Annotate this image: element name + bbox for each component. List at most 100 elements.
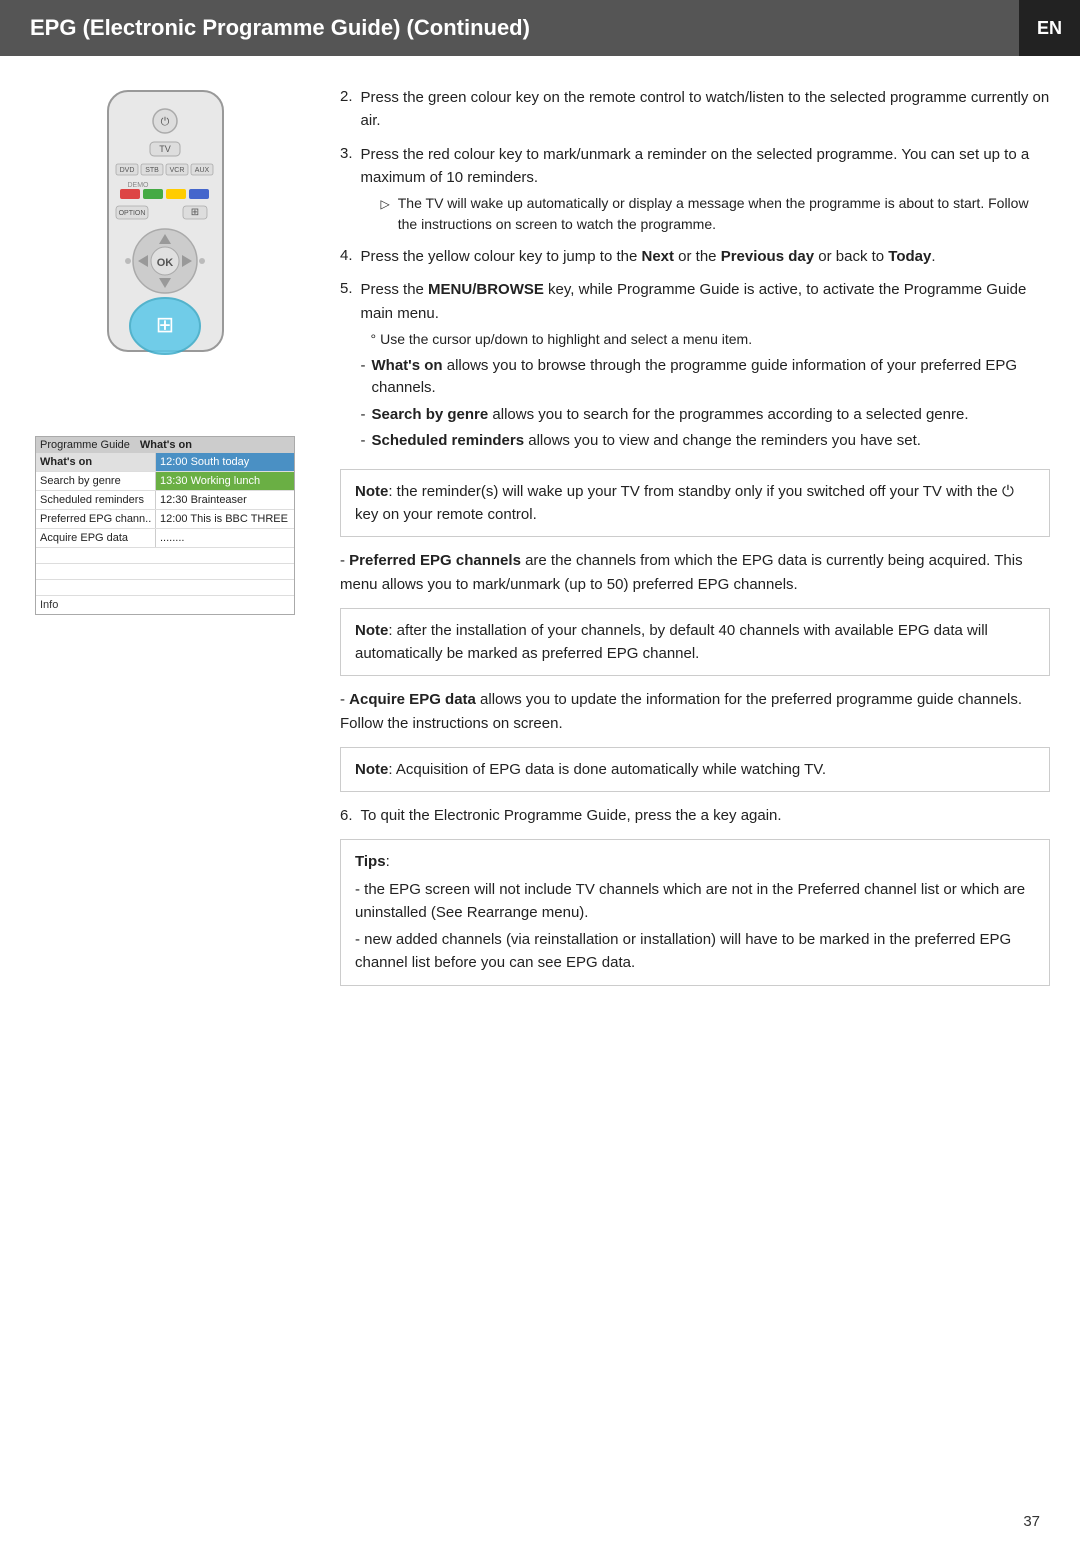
step-3-sub-text: The TV will wake up automatically or dis… [398,193,1050,235]
epg-screen-header: Programme Guide What's on [36,437,294,453]
left-column: ⏻ TV DVD STB VCR AUX DEMO [20,86,310,998]
epg-info-label: Info [40,599,58,611]
dash-1: - [361,355,366,400]
page-header: EPG (Electronic Programme Guide) (Contin… [0,0,1080,56]
step-5-degree: ° Use the cursor up/down to highlight an… [371,329,1050,350]
epg-header-right: What's on [140,439,192,451]
step-5-text: Press the MENU/BROWSE key, while Program… [361,278,1050,457]
main-content: ⏻ TV DVD STB VCR AUX DEMO [0,56,1080,998]
acquire-epg-text: - Acquire EPG data allows you to update … [340,688,1050,735]
tip-2: - new added channels (via reinstallation… [355,928,1035,975]
dash-3: - [361,430,366,453]
step-5-bold-menu: MENU/BROWSE [428,281,544,298]
step-6: 6. To quit the Electronic Programme Guid… [340,804,1050,827]
epg-right-4: ........ [156,529,294,547]
svg-text:AUX: AUX [194,167,209,174]
tips-box: Tips: - the EPG screen will not include … [340,839,1050,985]
preferred-epg-section: - Preferred EPG channels are the channel… [340,549,1050,596]
epg-right-1: 13:30 Working lunch [156,472,294,490]
epg-row-3: Preferred EPG chann.. 12:00 This is BBC … [36,510,294,529]
sub-item-reminders: - Scheduled reminders allows you to view… [361,430,1050,453]
sub-item-reminders-text: Scheduled reminders allows you to view a… [372,430,921,453]
svg-text:STB: STB [145,167,159,174]
acquire-epg-bold: Acquire EPG data [349,691,476,708]
step-4-bold-next: Next [641,248,674,265]
epg-right-2: 12:30 Brainteaser [156,491,294,509]
sub-item-genre: - Search by genre allows you to search f… [361,404,1050,427]
triangle-icon: ▷ [381,195,390,235]
epg-left-2: Scheduled reminders [36,491,156,509]
step-5: 5. Press the MENU/BROWSE key, while Prog… [340,278,1050,457]
epg-header-left: Programme Guide [40,439,130,451]
epg-row-1: Search by genre 13:30 Working lunch [36,472,294,491]
step-3: 3. Press the red colour key to mark/unma… [340,143,1050,236]
epg-right-3: 12:00 This is BBC THREE [156,510,294,528]
epg-left-4: Acquire EPG data [36,529,156,547]
step-4-bold-prev: Previous day [721,248,814,265]
tip-1: - the EPG screen will not include TV cha… [355,878,1035,925]
note3-label: Note [355,761,388,778]
page-number: 37 [1023,1513,1040,1530]
svg-text:DVD: DVD [119,167,134,174]
step-3-text: Press the red colour key to mark/unmark … [361,143,1050,236]
step-3-sub: ▷ The TV will wake up automatically or d… [381,193,1050,235]
remote-control-image: ⏻ TV DVD STB VCR AUX DEMO [78,86,253,406]
epg-info-bar: Info [36,596,294,614]
epg-row-0: What's on 12:00 South today [36,453,294,472]
epg-left-0: What's on [36,453,156,471]
epg-rows: What's on 12:00 South today Search by ge… [36,453,294,548]
tips-label: Tips: [355,850,1035,873]
degree-symbol: ° [371,329,377,350]
epg-screen-ui: Programme Guide What's on What's on 12:0… [35,436,295,615]
step-2: 2. Press the green colour key on the rem… [340,86,1050,133]
page-title: EPG (Electronic Programme Guide) (Contin… [30,15,530,41]
step-6-text: To quit the Electronic Programme Guide, … [361,804,782,827]
svg-text:DEMO: DEMO [127,182,149,189]
step-3-num: 3. [340,143,353,236]
epg-row-4: Acquire EPG data ........ [36,529,294,548]
note2-label: Note [355,622,388,639]
svg-text:VCR: VCR [169,167,184,174]
note-box-2: Note: after the installation of your cha… [340,608,1050,677]
step-2-text: Press the green colour key on the remote… [361,86,1050,133]
epg-empty-2 [36,564,294,580]
svg-text:⊞: ⊞ [155,312,173,337]
note1-label: Note: the reminder(s) will wake up your … [355,483,1014,523]
genre-bold: Search by genre [372,406,489,423]
epg-empty-1 [36,548,294,564]
sub-item-genre-text: Search by genre allows you to search for… [372,404,969,427]
step-5-sub-list: - What's on allows you to browse through… [361,355,1050,453]
note3-text: : Acquisition of EPG data is done automa… [388,761,826,778]
step-4-num: 4. [340,245,353,268]
svg-text:OPTION: OPTION [118,210,145,217]
note-box-3: Note: Acquisition of EPG data is done au… [340,747,1050,792]
sub-item-whatson: - What's on allows you to browse through… [361,355,1050,400]
step-5-num: 5. [340,278,353,457]
preferred-epg-bold: Preferred EPG channels [349,552,521,569]
step-2-num: 2. [340,86,353,133]
right-column: 2. Press the green colour key on the rem… [330,86,1050,998]
language-badge: EN [1019,0,1080,56]
svg-text:⊞: ⊞ [190,207,198,218]
epg-left-1: Search by genre [36,472,156,490]
epg-empty-3 [36,580,294,596]
note2-text: : after the installation of your channel… [355,622,988,662]
epg-left-3: Preferred EPG chann.. [36,510,156,528]
sub-item-whatson-text: What's on allows you to browse through t… [372,355,1050,400]
reminders-bold: Scheduled reminders [372,432,525,449]
preferred-epg-text: - Preferred EPG channels are the channel… [340,549,1050,596]
step-4-text: Press the yellow colour key to jump to t… [361,245,1050,268]
step-4: 4. Press the yellow colour key to jump t… [340,245,1050,268]
epg-row-2: Scheduled reminders 12:30 Brainteaser [36,491,294,510]
step-6-num: 6. [340,804,353,827]
whatson-bold: What's on [372,357,443,374]
svg-text:TV: TV [159,144,171,154]
note-box-1: Note: the reminder(s) will wake up your … [340,469,1050,538]
step-4-bold-today: Today [888,248,931,265]
svg-text:OK: OK [156,257,173,269]
degree-text: Use the cursor up/down to highlight and … [380,329,752,350]
epg-right-0: 12:00 South today [156,453,294,471]
svg-text:⏻: ⏻ [160,116,169,128]
dash-2: - [361,404,366,427]
acquire-epg-section: - Acquire EPG data allows you to update … [340,688,1050,735]
